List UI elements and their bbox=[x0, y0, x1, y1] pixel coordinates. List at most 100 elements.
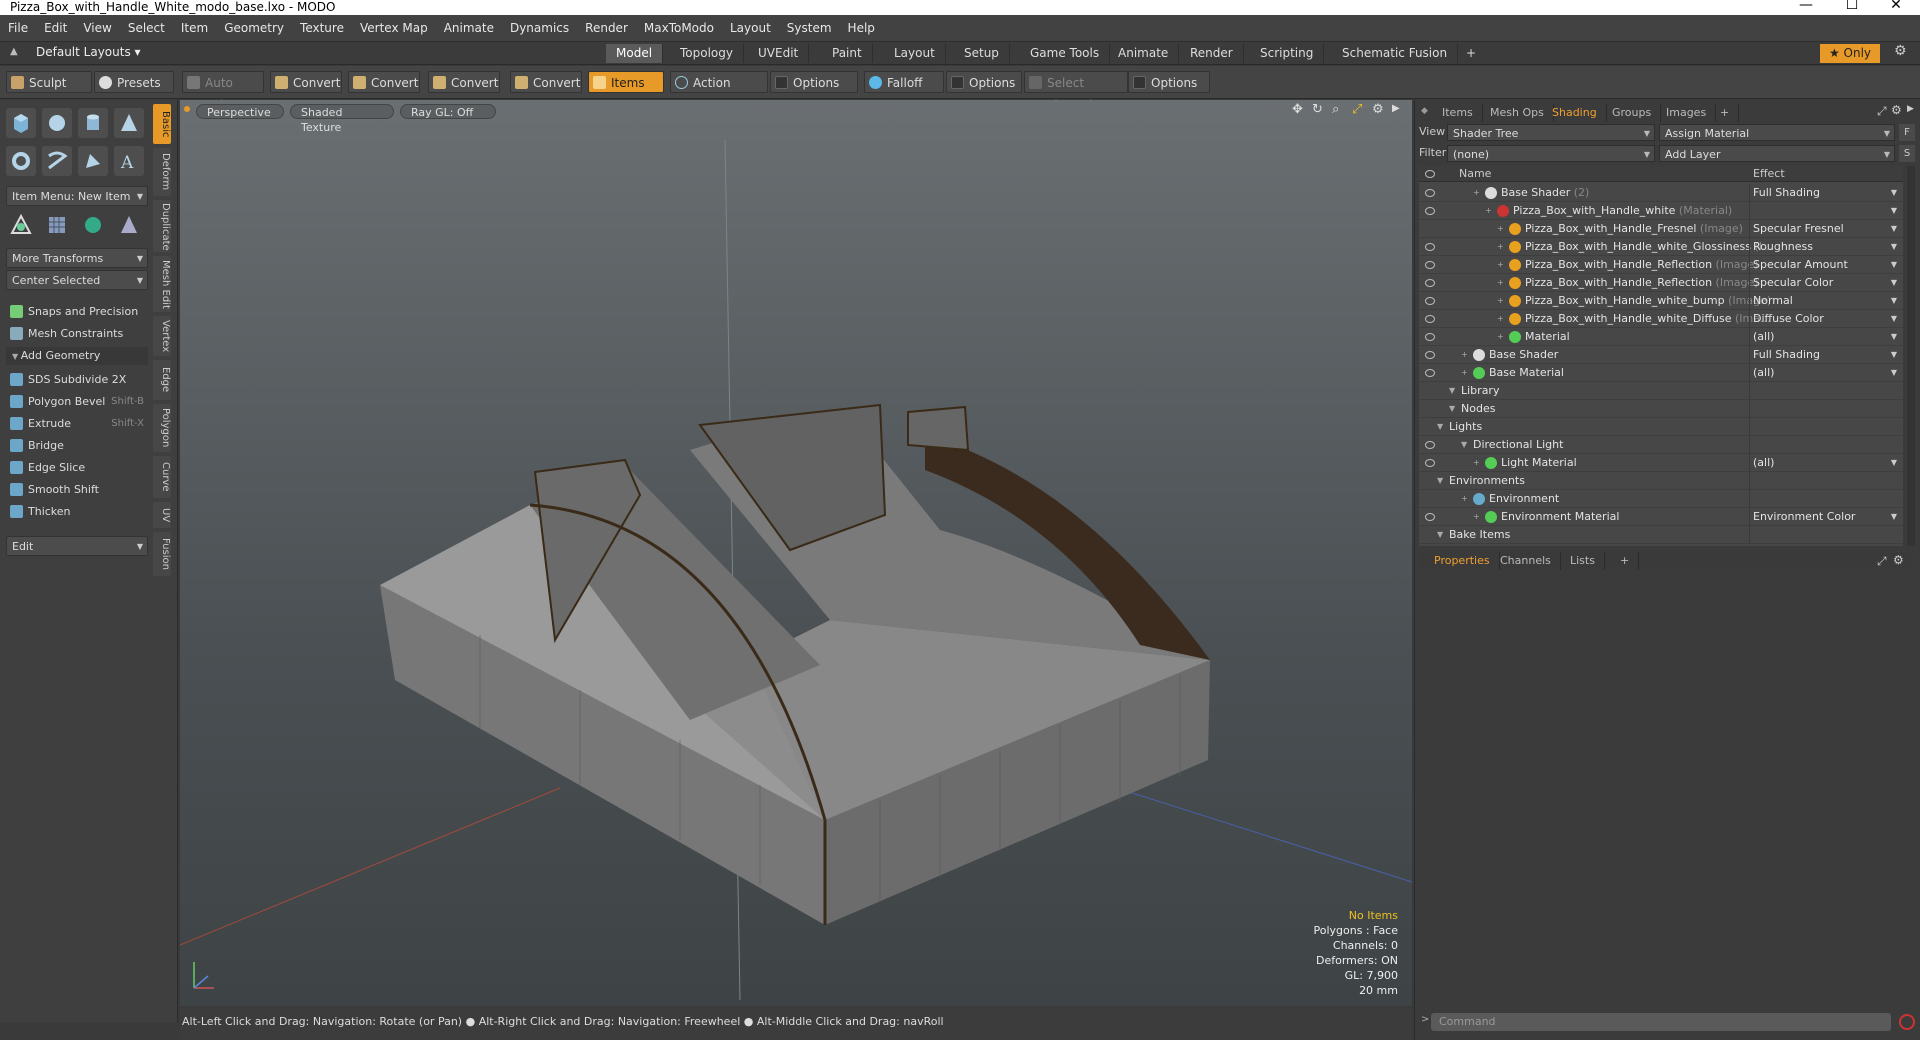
menu-system[interactable]: System bbox=[779, 15, 840, 42]
select-options-button[interactable]: Options bbox=[1128, 71, 1210, 93]
snaps-precision-button[interactable]: Snaps and Precision bbox=[6, 302, 148, 322]
tube-icon[interactable] bbox=[42, 146, 72, 176]
view-dropdown[interactable]: Shader Tree bbox=[1447, 124, 1655, 142]
command-input[interactable]: Command bbox=[1431, 1013, 1891, 1031]
shader-tree-row[interactable]: ▼ Bake Items bbox=[1419, 526, 1903, 544]
record-icon[interactable] bbox=[1899, 1014, 1915, 1030]
visibility-eye-icon[interactable] bbox=[1425, 261, 1435, 269]
vtab-vertex[interactable]: Vertex bbox=[153, 316, 171, 356]
menu-view[interactable]: View bbox=[75, 15, 119, 42]
tool-polygon-bevel[interactable]: Polygon Bevel Shift-B bbox=[6, 392, 148, 412]
shader-tree-row[interactable]: + Material (all) bbox=[1419, 328, 1903, 346]
falloff-options-button[interactable]: Options bbox=[946, 71, 1022, 93]
layer-effect[interactable]: Specular Amount bbox=[1749, 256, 1903, 274]
grid-icon[interactable] bbox=[42, 210, 72, 240]
panel-tab-images[interactable]: Images bbox=[1657, 104, 1717, 122]
layout-tab-scripting[interactable]: Scripting bbox=[1250, 44, 1325, 63]
sphere-icon[interactable] bbox=[42, 108, 72, 138]
menu-help[interactable]: Help bbox=[840, 15, 883, 42]
tree-expand-icon[interactable]: + bbox=[1497, 238, 1504, 256]
visibility-eye-icon[interactable] bbox=[1425, 207, 1435, 215]
vtab-polygon[interactable]: Polygon bbox=[153, 404, 171, 452]
visibility-eye-icon[interactable] bbox=[1425, 189, 1435, 197]
properties-tab-properties[interactable]: Properties bbox=[1425, 552, 1500, 570]
panel-tab-shading[interactable]: Shading bbox=[1543, 104, 1607, 122]
panel-gear-icon[interactable]: ⚙ bbox=[1891, 103, 1902, 117]
properties-tab-lists[interactable]: Lists bbox=[1561, 552, 1605, 570]
tree-expand-icon[interactable]: ▼ bbox=[1449, 400, 1455, 418]
panel-tab-groups[interactable]: Groups bbox=[1603, 104, 1662, 122]
vtab-mesh-edit[interactable]: Mesh Edit bbox=[153, 256, 171, 312]
shader-tree-row[interactable]: + Environment bbox=[1419, 490, 1903, 508]
tree-expand-icon[interactable]: ▼ bbox=[1461, 436, 1467, 454]
action-center-button[interactable]: Action Center bbox=[670, 71, 768, 112]
visibility-eye-icon[interactable] bbox=[1425, 243, 1435, 251]
action-options-button[interactable]: Options bbox=[770, 71, 858, 93]
text-icon[interactable]: A bbox=[114, 146, 144, 176]
shader-tree-row[interactable]: + Base Shader (2) Full Shading bbox=[1419, 184, 1903, 202]
layer-effect[interactable]: (all) bbox=[1749, 454, 1903, 472]
tool-extrude[interactable]: Extrude Shift-X bbox=[6, 414, 148, 434]
visibility-eye-icon[interactable] bbox=[1425, 459, 1435, 467]
name-column-header[interactable]: Name bbox=[1459, 166, 1491, 182]
menu-layout[interactable]: Layout bbox=[722, 15, 779, 42]
tree-expand-icon[interactable]: ▼ bbox=[1449, 382, 1455, 400]
only-toggle[interactable]: ★ Only bbox=[1820, 44, 1880, 63]
convert-polygon-button[interactable]: Convert bbox=[428, 71, 500, 93]
layer-effect[interactable]: Normal bbox=[1749, 292, 1903, 310]
menu-render[interactable]: Render bbox=[577, 15, 636, 42]
visibility-eye-icon[interactable] bbox=[1425, 441, 1435, 449]
properties-tab-add[interactable]: + bbox=[1611, 552, 1640, 570]
tree-expand-icon[interactable]: + bbox=[1497, 292, 1504, 310]
properties-expand-icon[interactable]: ⤢ bbox=[1877, 554, 1887, 569]
visibility-eye-icon[interactable] bbox=[1425, 351, 1435, 359]
tool-thicken[interactable]: Thicken bbox=[6, 502, 148, 522]
tree-expand-icon[interactable]: + bbox=[1497, 310, 1504, 328]
shader-tree-row[interactable]: + Pizza_Box_with_Handle_Reflection (Image… bbox=[1419, 274, 1903, 292]
shader-tree-row[interactable]: ▼ Nodes bbox=[1419, 400, 1903, 418]
add-layout-tab-button[interactable]: + bbox=[1456, 44, 1486, 63]
assign-material-dropdown[interactable]: Assign Material bbox=[1659, 124, 1895, 142]
layout-up-icon[interactable]: ▲ bbox=[10, 46, 18, 57]
tree-expand-icon[interactable]: + bbox=[1497, 256, 1504, 274]
sculpt-button[interactable]: Sculpt bbox=[6, 71, 92, 93]
shader-tree-row[interactable]: ▼ Directional Light bbox=[1419, 436, 1903, 454]
layer-effect[interactable]: Specular Fresnel bbox=[1749, 220, 1903, 238]
tree-expand-icon[interactable]: + bbox=[1497, 328, 1504, 346]
layout-tab-animate[interactable]: Animate bbox=[1108, 44, 1180, 63]
tree-expand-icon[interactable]: + bbox=[1461, 346, 1468, 364]
visibility-eye-icon[interactable] bbox=[1425, 369, 1435, 377]
layout-tab-setup[interactable]: Setup bbox=[954, 44, 1010, 63]
shader-tree-row[interactable]: + Light Material (all) bbox=[1419, 454, 1903, 472]
tree-expand-icon[interactable]: + bbox=[1461, 490, 1468, 508]
tree-expand-icon[interactable]: ▼ bbox=[1437, 418, 1443, 436]
layer-effect[interactable]: Full Shading bbox=[1749, 184, 1903, 202]
maximize-button[interactable]: ☐ bbox=[1832, 0, 1872, 12]
menu-maxtomodo[interactable]: MaxToModo bbox=[636, 15, 722, 42]
layer-effect[interactable]: Diffuse Color bbox=[1749, 310, 1903, 328]
panel-expand-icon[interactable]: ⤢ bbox=[1877, 104, 1887, 119]
panel-tab-add[interactable]: + bbox=[1711, 104, 1740, 122]
falloff-button[interactable]: Falloff bbox=[864, 71, 944, 93]
menu-file[interactable]: File bbox=[0, 15, 36, 42]
auto-select-button[interactable]: Auto Select bbox=[182, 71, 264, 112]
layout-tab-topology[interactable]: Topology bbox=[670, 44, 744, 63]
shader-tree-row[interactable]: ▼ Lights bbox=[1419, 418, 1903, 436]
shader-tree-row[interactable]: + Pizza_Box_with_Handle_white_Diffuse (Im… bbox=[1419, 310, 1903, 328]
layout-tab-paint[interactable]: Paint bbox=[822, 44, 873, 63]
items-mode-button[interactable]: Items bbox=[588, 71, 664, 93]
layout-preset-dropdown[interactable]: Default Layouts ▾ bbox=[36, 45, 141, 59]
layout-tab-game-tools[interactable]: Game Tools bbox=[1020, 44, 1111, 63]
shader-tree-row[interactable]: + Pizza_Box_with_Handle_Reflection (Image… bbox=[1419, 256, 1903, 274]
f-button[interactable]: F bbox=[1899, 124, 1915, 141]
convert-edge-button[interactable]: Convert bbox=[348, 71, 420, 93]
vtab-deform[interactable]: Deform bbox=[153, 148, 171, 196]
tree-expand-icon[interactable]: ▼ bbox=[1437, 472, 1443, 490]
gear-icon[interactable]: ⚙ bbox=[1894, 43, 1907, 59]
vtab-curve[interactable]: Curve bbox=[153, 456, 171, 498]
menu-item[interactable]: Item bbox=[173, 15, 216, 42]
layer-effect[interactable]: (all) bbox=[1749, 328, 1903, 346]
pizza-box-model[interactable] bbox=[180, 100, 1412, 1006]
panel-menu-icon[interactable]: ◆ bbox=[1421, 106, 1428, 116]
effect-column-header[interactable]: Effect bbox=[1753, 166, 1785, 182]
